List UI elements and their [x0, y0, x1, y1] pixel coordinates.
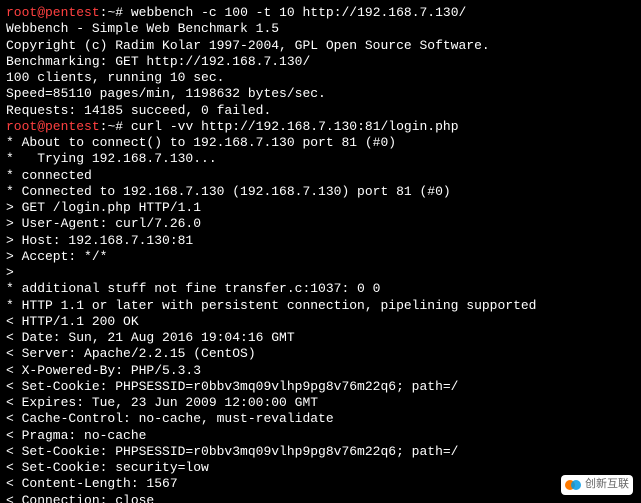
prompt-mark: #: [115, 5, 131, 20]
output-line: < Server: Apache/2.2.15 (CentOS): [6, 346, 635, 362]
output-line: * HTTP 1.1 or later with persistent conn…: [6, 298, 635, 314]
output-line: < Pragma: no-cache: [6, 428, 635, 444]
watermark-text: 创新互联: [585, 478, 629, 492]
output-line: < Set-Cookie: PHPSESSID=r0bbv3mq09vlhp9p…: [6, 379, 635, 395]
output-line: * connected: [6, 168, 635, 184]
watermark: 创新互联: [561, 475, 633, 495]
output-line: < Set-Cookie: security=low: [6, 460, 635, 476]
prompt-mark: #: [115, 119, 131, 134]
command-text: webbench -c 100 -t 10 http://192.168.7.1…: [131, 5, 466, 20]
output-line: Copyright (c) Radim Kolar 1997-2004, GPL…: [6, 38, 635, 54]
output-line: < X-Powered-By: PHP/5.3.3: [6, 363, 635, 379]
output-line: * Trying 192.168.7.130...: [6, 151, 635, 167]
output-line: Speed=85110 pages/min, 1198632 bytes/sec…: [6, 86, 635, 102]
output-line: > User-Agent: curl/7.26.0: [6, 216, 635, 232]
output-line: < Set-Cookie: PHPSESSID=r0bbv3mq09vlhp9p…: [6, 444, 635, 460]
output-line: > Accept: */*: [6, 249, 635, 265]
output-line: < Content-Length: 1567: [6, 476, 635, 492]
output-line: < HTTP/1.1 200 OK: [6, 314, 635, 330]
output-line: Webbench - Simple Web Benchmark 1.5: [6, 21, 635, 37]
output-line: < Cache-Control: no-cache, must-revalida…: [6, 411, 635, 427]
output-line: < Connection: close: [6, 493, 635, 503]
output-line: > Host: 192.168.7.130:81: [6, 233, 635, 249]
output-line: > GET /login.php HTTP/1.1: [6, 200, 635, 216]
output-line: 100 clients, running 10 sec.: [6, 70, 635, 86]
output-line: * additional stuff not fine transfer.c:1…: [6, 281, 635, 297]
terminal-output: root@pentest:~# webbench -c 100 -t 10 ht…: [0, 0, 641, 503]
output-line: * About to connect() to 192.168.7.130 po…: [6, 135, 635, 151]
command-text: curl -vv http://192.168.7.130:81/login.p…: [131, 119, 459, 134]
output-line: >: [6, 265, 635, 281]
output-line: < Expires: Tue, 23 Jun 2009 12:00:00 GMT: [6, 395, 635, 411]
output-line: Requests: 14185 succeed, 0 failed.: [6, 103, 635, 119]
output-line: Benchmarking: GET http://192.168.7.130/: [6, 54, 635, 70]
prompt-user: root@pentest: [6, 5, 100, 20]
output-line: < Date: Sun, 21 Aug 2016 19:04:16 GMT: [6, 330, 635, 346]
prompt-user: root@pentest: [6, 119, 100, 134]
watermark-logo-icon: [565, 477, 581, 493]
prompt-line-1: root@pentest:~# webbench -c 100 -t 10 ht…: [6, 5, 635, 21]
prompt-line-2: root@pentest:~# curl -vv http://192.168.…: [6, 119, 635, 135]
output-line: * Connected to 192.168.7.130 (192.168.7.…: [6, 184, 635, 200]
